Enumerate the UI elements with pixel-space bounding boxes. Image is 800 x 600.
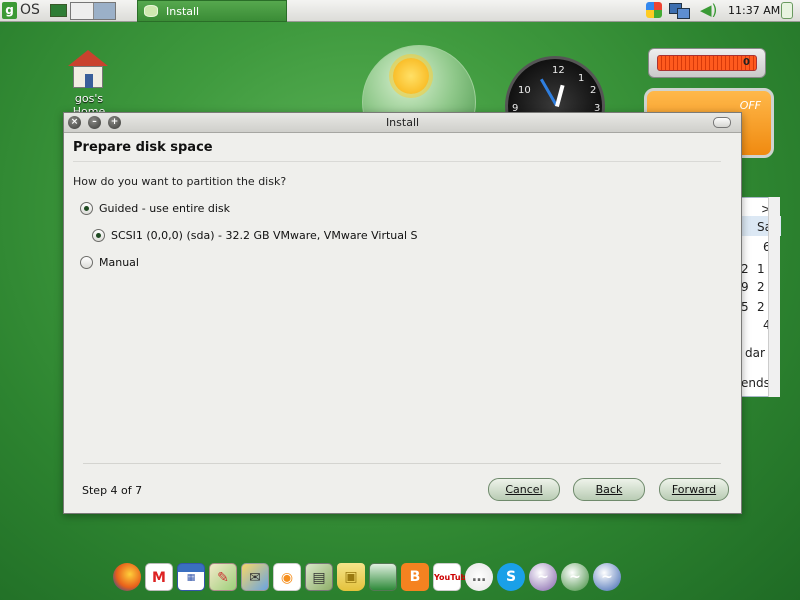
shopping-icon[interactable]: ▣ [337,563,365,591]
radio-guided[interactable] [80,202,93,215]
taskbar-button-label: Install [166,4,200,18]
clock-numeral: 10 [518,85,531,96]
show-desktop-icon[interactable] [50,4,67,17]
page-title: Prepare disk space [73,140,213,155]
widget-cell: 2 [757,300,765,314]
firefox-icon[interactable] [113,563,141,591]
rss-icon[interactable]: ◉ [273,563,301,591]
forward-button[interactable]: Forward [659,478,729,501]
skype-icon[interactable]: S [497,563,525,591]
install-dialog: × – + Install Prepare disk space How do … [63,112,742,514]
home-folder-icon[interactable] [68,50,108,90]
chat-icon[interactable]: … [465,563,493,591]
clock-numeral: 12 [552,65,565,76]
cancel-button[interactable]: Cancel [488,478,560,501]
panel-clock[interactable]: 11:37 AM [728,4,780,17]
volume-icon[interactable]: ◀) [700,2,718,18]
widget-cell: 2 [741,262,749,276]
sun-icon [393,58,429,94]
maps-icon[interactable]: ✎ [209,563,237,591]
workspace-2[interactable] [93,3,115,19]
clock-numeral: 1 [578,73,585,84]
back-button[interactable]: Back [573,478,645,501]
windows-icon[interactable] [646,2,662,18]
gmail-icon[interactable]: M [145,563,173,591]
battery-widget[interactable]: 0 [648,48,766,78]
application-dock: M ▦ ✎ ✉ ◉ ▤ ▣ B YouTube … S ~ ~ ~ [113,561,688,593]
openoffice-impress-icon[interactable]: ~ [593,563,621,591]
workspace-switcher[interactable] [70,2,116,20]
widget-cell: 5 [741,300,749,314]
taskbar-button-install[interactable]: Install [137,0,287,22]
step-indicator: Step 4 of 7 [82,484,143,497]
youtube-icon[interactable]: YouTube [433,563,472,591]
blogger-icon[interactable]: B [401,563,429,591]
option-manual[interactable]: Manual [80,256,139,269]
openoffice-writer-icon[interactable]: ~ [529,563,557,591]
dialog-title: Install [385,116,420,129]
dialog-titlebar[interactable]: × – + Install [64,113,741,133]
notification-icon[interactable] [781,2,793,19]
battery-value: 0 [743,57,750,68]
widget-cell: 2 [757,280,765,294]
option-guided-label: Guided - use entire disk [99,202,231,215]
footer-divider [83,463,721,464]
openoffice-calc-icon[interactable]: ~ [561,563,589,591]
widget-cell: 1 [757,262,765,276]
partition-question: How do you want to partition the disk? [73,175,287,188]
off-label: OFF [739,99,761,112]
widget-cell: dar [745,346,765,360]
option-guided[interactable]: Guided - use entire disk [80,202,230,215]
gos-logo-icon[interactable]: g [2,2,17,19]
widget-scrollbar[interactable] [768,197,780,397]
calendar-icon[interactable]: ▦ [177,563,205,591]
workspace-1[interactable] [71,3,94,19]
widget-cell: 9 [741,280,749,294]
gos-menu-label[interactable]: OS [20,2,40,19]
option-disk-sda[interactable]: SCSI1 (0,0,0) (sda) - 32.2 GB VMware, VM… [92,229,418,242]
window-shade-icon[interactable] [713,117,731,128]
installer-icon [144,5,158,17]
clock-hour-hand [555,84,565,108]
option-disk-label: SCSI1 (0,0,0) (sda) - 32.2 GB VMware, VM… [111,229,418,242]
heading-divider [73,161,721,162]
docs-icon[interactable]: ▤ [305,563,333,591]
widget-cell: ends [741,376,770,390]
battery-level-bar: 0 [657,55,757,71]
spreadsheet-icon[interactable] [369,563,397,591]
radio-disk-sda[interactable] [92,229,105,242]
radio-manual[interactable] [80,256,93,269]
top-panel: g OS Install ◀) 11:37 AM [0,0,800,22]
option-manual-label: Manual [99,256,139,269]
earth-icon[interactable]: ✉ [241,563,269,591]
network-icon[interactable] [669,2,690,19]
clock-numeral: 2 [590,85,597,96]
